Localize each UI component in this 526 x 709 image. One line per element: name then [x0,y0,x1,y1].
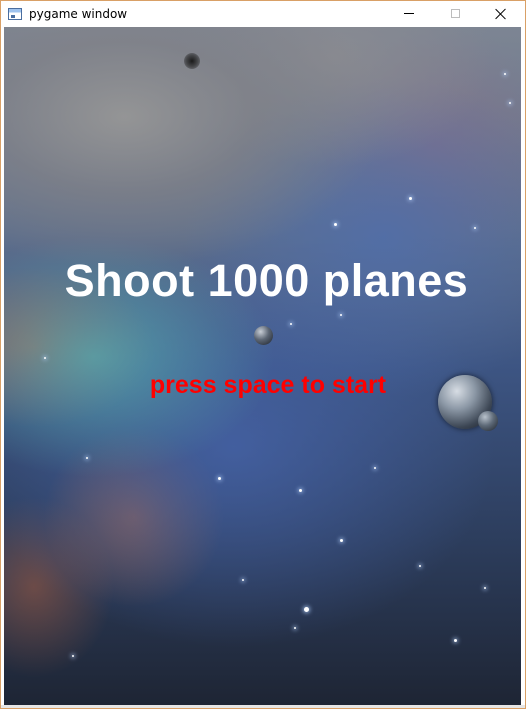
star [454,639,457,642]
minimize-icon [404,13,414,14]
dark-nebula-spot [184,53,200,69]
star [86,457,88,459]
game-canvas[interactable]: Shoot 1000 planes press space to start [4,27,521,705]
star [374,467,376,469]
star [242,579,244,581]
app-window-icon [8,7,22,20]
star [218,477,221,480]
maximize-icon [450,9,460,18]
star [304,607,309,612]
star [299,489,302,492]
star [484,587,486,589]
star [334,223,337,226]
star [504,73,506,75]
star [44,357,46,359]
game-title: Shoot 1000 planes [64,255,469,306]
start-prompt: press space to start [149,371,387,399]
star [474,227,476,229]
window-title: pygame window [29,6,128,21]
star [409,197,412,200]
window-bottom-border [1,705,525,708]
pygame-window: pygame window Shoot 1000 planes press sp… [0,0,526,709]
star [340,539,343,542]
close-button[interactable] [478,1,524,26]
star [290,323,292,325]
star [419,565,421,567]
star [509,102,511,104]
minimize-button[interactable] [386,1,432,26]
small-planet [254,326,273,345]
star [72,655,74,657]
star [294,627,296,629]
close-icon [495,8,507,20]
maximize-button[interactable] [432,1,478,26]
title-bar[interactable]: pygame window [1,1,525,26]
star [340,314,342,316]
moon [478,411,498,431]
